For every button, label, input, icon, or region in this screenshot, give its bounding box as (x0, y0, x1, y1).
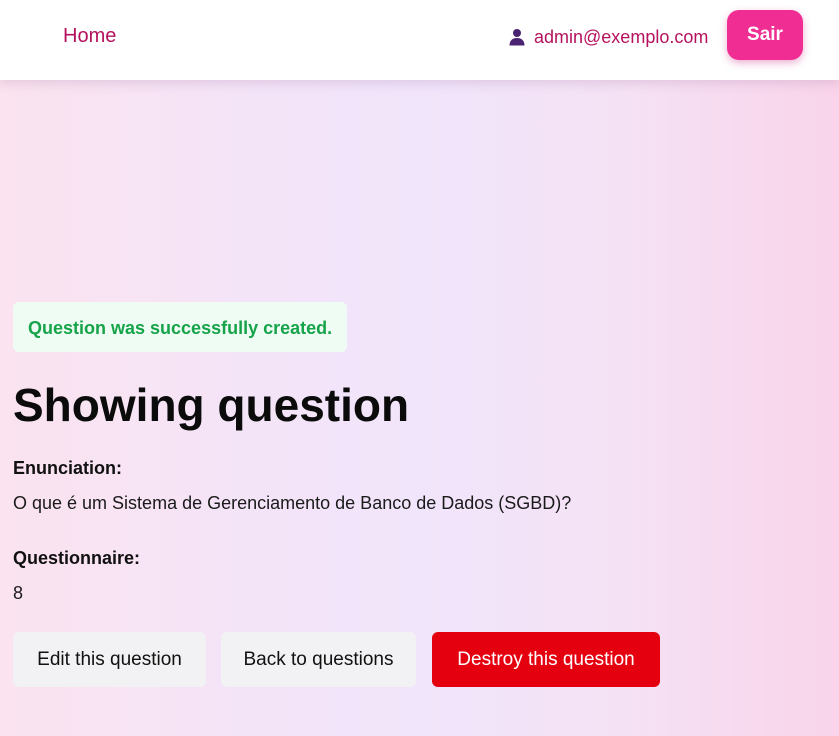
enunciation-value: O que é um Sistema de Gerenciamento de B… (13, 493, 572, 513)
user-email: admin@exemplo.com (534, 27, 709, 47)
nav-home-link[interactable]: Home (63, 24, 116, 48)
page-title: Showing question (13, 379, 410, 431)
destroy-question-button[interactable]: Destroy this question (432, 632, 660, 687)
success-notice: Question was successfully created. (13, 302, 348, 352)
back-to-questions-button[interactable]: Back to questions (221, 632, 416, 687)
top-navbar: Home admin@exemplo.com Sair (0, 0, 839, 80)
questionnaire-value: 8 (13, 583, 24, 603)
current-user: admin@exemplo.com (508, 25, 708, 49)
user-icon (508, 28, 526, 46)
enunciation-label: Enunciation: (13, 458, 122, 478)
questionnaire-label: Questionnaire: (13, 548, 141, 568)
logout-button[interactable]: Sair (727, 10, 803, 60)
edit-question-button[interactable]: Edit this question (13, 632, 206, 687)
